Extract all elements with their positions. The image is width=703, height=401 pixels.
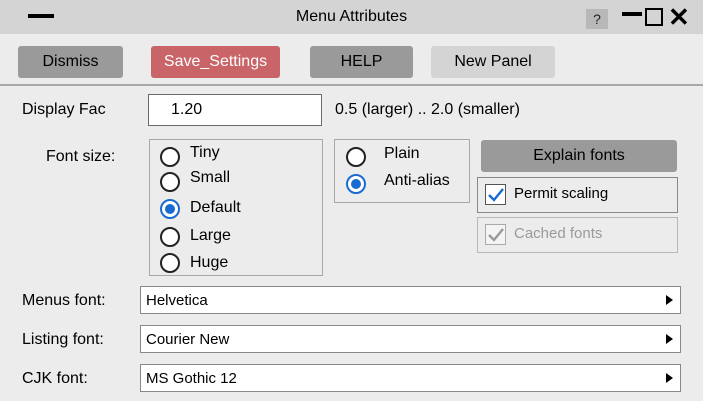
plain-radio[interactable] [346, 147, 366, 167]
font-size-huge-radio[interactable] [160, 253, 180, 273]
font-size-large-label: Large [190, 227, 231, 244]
font-size-label: Font size: [46, 148, 116, 165]
menus-font-label: Menus font: [22, 292, 106, 309]
cached-fonts-label: Cached fonts [514, 225, 603, 242]
listing-font-label: Listing font: [22, 331, 104, 348]
anti-alias-radio[interactable] [346, 174, 366, 194]
font-size-default-label: Default [190, 199, 241, 216]
display-fac-label: Display Fac [22, 101, 106, 118]
font-size-small-label: Small [190, 169, 231, 186]
display-fac-value: 1.20 [171, 101, 203, 118]
menus-font-value: Helvetica [146, 292, 208, 309]
cjk-font-select[interactable]: MS Gothic 12 [140, 364, 681, 392]
font-size-tiny-radio[interactable] [160, 147, 180, 167]
close-icon[interactable]: ✕ [668, 3, 690, 31]
checkmark-icon [488, 188, 504, 202]
title-bar[interactable]: Menu Attributes ? ✕ [0, 0, 703, 34]
save-settings-button[interactable]: Save_Settings [151, 46, 280, 78]
font-size-tiny-label: Tiny [190, 144, 220, 161]
font-size-huge-label: Huge [190, 254, 229, 271]
dropdown-arrow-icon [666, 373, 673, 383]
permit-scaling-label: Permit scaling [514, 185, 609, 202]
checkmark-icon [488, 228, 504, 242]
help-question-icon[interactable]: ? [586, 9, 608, 29]
cached-fonts-checkbox [485, 224, 506, 245]
listing-font-select[interactable]: Courier New [140, 325, 681, 353]
plain-label: Plain [384, 145, 420, 162]
dropdown-arrow-icon [666, 334, 673, 344]
menus-font-select[interactable]: Helvetica [140, 286, 681, 314]
display-fac-range-note: 0.5 (larger) .. 2.0 (smaller) [335, 101, 520, 118]
new-panel-button[interactable]: New Panel [431, 46, 555, 78]
minimize-icon[interactable] [622, 12, 642, 16]
cjk-font-label: CJK font: [22, 370, 88, 387]
help-button[interactable]: HELP [310, 46, 413, 78]
display-fac-input[interactable]: 1.20 [148, 94, 322, 126]
dropdown-arrow-icon [666, 295, 673, 305]
font-size-large-radio[interactable] [160, 227, 180, 247]
menu-attributes-window: Menu Attributes ? ✕ Dismiss Save_Setting… [0, 0, 703, 401]
cjk-font-value: MS Gothic 12 [146, 370, 237, 387]
maximize-icon[interactable] [645, 8, 663, 26]
explain-fonts-button[interactable]: Explain fonts [481, 140, 677, 172]
listing-font-value: Courier New [146, 331, 230, 348]
dismiss-button[interactable]: Dismiss [18, 46, 123, 78]
font-size-small-radio[interactable] [160, 172, 180, 192]
anti-alias-label: Anti-alias [384, 172, 450, 189]
font-size-default-radio[interactable] [160, 199, 180, 219]
permit-scaling-checkbox[interactable] [485, 184, 506, 205]
